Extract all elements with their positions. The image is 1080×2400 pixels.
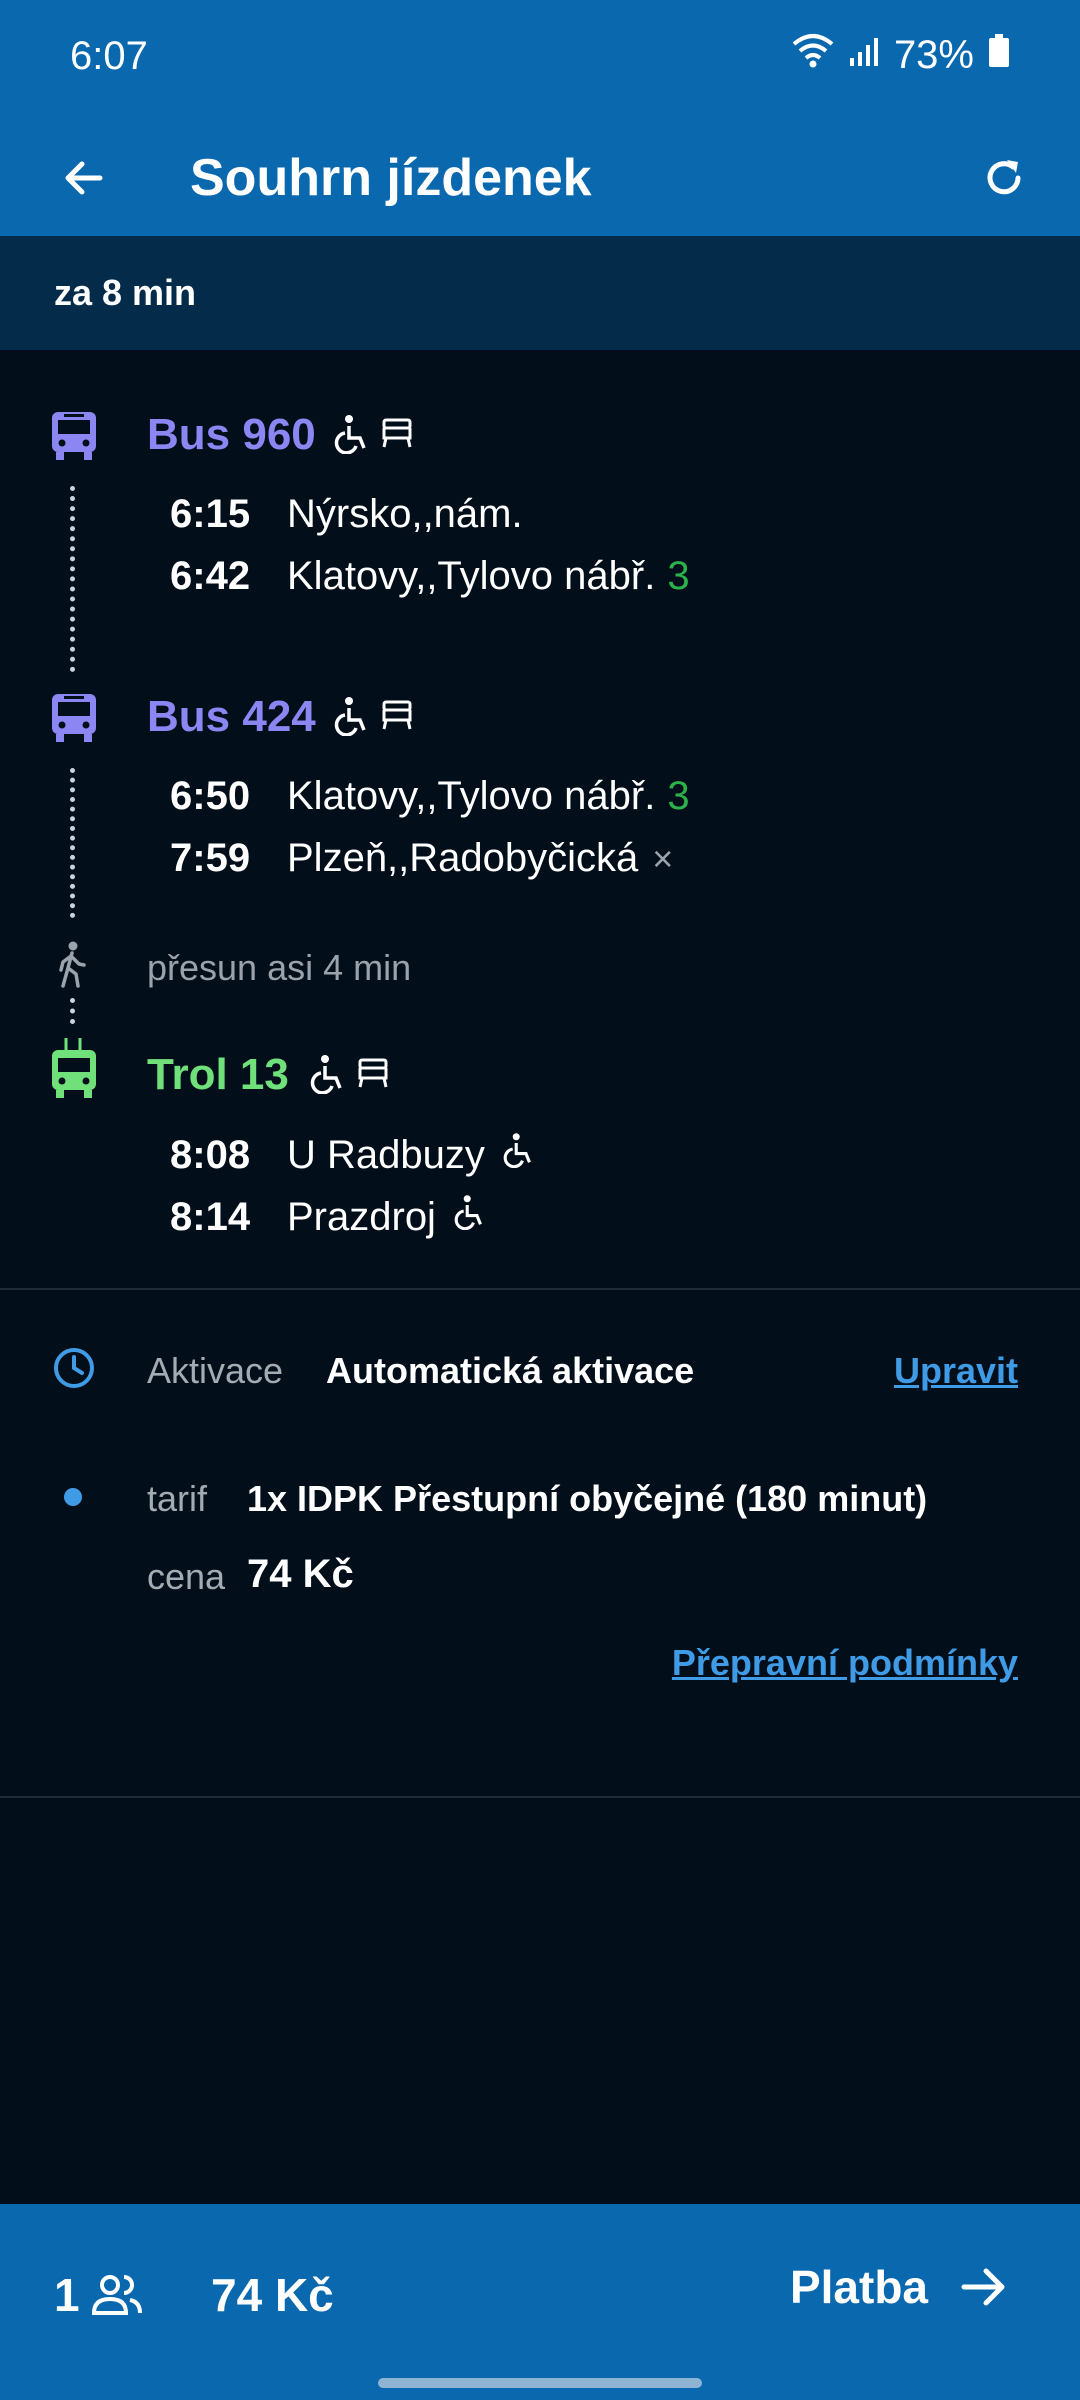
- stroller-icon: [382, 418, 412, 448]
- stop-time: 6:15: [170, 492, 251, 536]
- stroller-icon: [358, 1058, 388, 1088]
- stop-time: 6:42: [170, 554, 251, 598]
- route-connector: [70, 998, 81, 1024]
- signal-icon: [848, 33, 880, 78]
- stop-row: 8:14 Prazdroj: [170, 1194, 484, 1240]
- pay-button[interactable]: Platba: [790, 2260, 1010, 2314]
- wifi-icon: [792, 32, 834, 78]
- back-button[interactable]: [44, 138, 124, 218]
- stop-name: Nýrsko,,nám.: [287, 492, 523, 536]
- app-bar: Souhrn jízdenek: [0, 118, 1080, 236]
- edit-activation-link[interactable]: Upravit: [894, 1350, 1018, 1392]
- arrow-right-icon: [961, 2268, 1005, 2306]
- platform-number: 3: [667, 774, 690, 818]
- pay-label: Platba: [789, 2261, 928, 2313]
- line-features: [334, 414, 414, 454]
- stop-name: Plzeň,,Radobyčická: [287, 836, 639, 880]
- status-bar: 6:07 73%: [0, 0, 1080, 118]
- stop-row: 7:59 Plzeň,,Radobyčická ×: [170, 836, 673, 881]
- price-value: 74 Kč: [247, 1552, 354, 1596]
- stop-name: Klatovy,,Tylovo nábř.: [287, 774, 656, 818]
- stop-time: 8:08: [170, 1133, 251, 1177]
- line-name: Trol 13: [147, 1050, 289, 1099]
- stop-name: U Radbuzy: [287, 1133, 485, 1177]
- trolleybus-icon: [46, 1036, 102, 1102]
- arrow-left-icon: [65, 161, 103, 195]
- stop-time: 7:59: [170, 836, 251, 880]
- activation-label: Aktivace: [147, 1350, 284, 1391]
- status-indicators: 73%: [792, 32, 1010, 78]
- route-connector: [70, 768, 81, 918]
- stop-name: Klatovy,,Tylovo nábř.: [287, 554, 656, 598]
- stop-row: 8:08 U Radbuzy: [170, 1132, 533, 1178]
- platform-number: 3: [667, 554, 690, 598]
- price-label: cena: [147, 1556, 226, 1597]
- people-icon: [91, 2275, 142, 2315]
- stop-row: 6:50 Klatovy,,Tylovo nábř. 3: [170, 774, 690, 819]
- stop-time: 6:50: [170, 774, 251, 818]
- battery-percent: 73%: [893, 32, 974, 77]
- stroller-icon: [382, 700, 412, 730]
- line-features: [310, 1054, 390, 1094]
- status-time: 6:07: [70, 34, 148, 78]
- total-price: 74 Kč: [211, 2269, 334, 2321]
- wheelchair-icon: [454, 1195, 482, 1230]
- departure-countdown-bar: za 8 min: [0, 236, 1080, 350]
- passengers-selector[interactable]: 1: [54, 2268, 144, 2322]
- route-connector: [70, 486, 81, 672]
- bus-icon: [46, 408, 102, 464]
- line-features: [334, 696, 414, 736]
- wheelchair-icon: [334, 697, 366, 736]
- tariff-value: 1x IDPK Přestupní obyčejné (180 minut): [247, 1478, 928, 1519]
- divider: [0, 1796, 1080, 1798]
- tariff-label: tarif: [147, 1478, 208, 1519]
- battery-icon: [988, 33, 1010, 78]
- clock-icon: [52, 1346, 96, 1395]
- checkout-bar: 1 74 Kč Platba: [0, 2204, 1080, 2400]
- bus-icon: [46, 690, 102, 746]
- stop-row: 6:42 Klatovy,,Tylovo nábř. 3: [170, 554, 690, 599]
- transfer-text: přesun asi 4 min: [147, 947, 412, 988]
- page-title: Souhrn jízdenek: [190, 149, 592, 207]
- activation-value: Automatická aktivace: [326, 1350, 695, 1391]
- wheelchair-icon: [310, 1055, 342, 1094]
- line-name: Bus 960: [147, 410, 316, 459]
- refresh-icon: [987, 160, 1021, 195]
- walking-icon: [52, 940, 92, 990]
- stop-row: 6:15 Nýrsko,,nám.: [170, 492, 523, 537]
- line-name: Bus 424: [147, 692, 316, 741]
- refresh-button[interactable]: [964, 138, 1044, 218]
- stop-name: Prazdroj: [287, 1195, 436, 1239]
- bullet-dot: [64, 1488, 82, 1506]
- home-indicator[interactable]: [378, 2378, 702, 2388]
- passenger-count: 1: [54, 2269, 80, 2321]
- divider: [0, 1288, 1080, 1290]
- transport-terms-link[interactable]: Přepravní podmínky: [672, 1642, 1018, 1684]
- wheelchair-icon: [503, 1133, 531, 1168]
- platform-unknown: ×: [652, 838, 674, 879]
- departure-countdown: za 8 min: [54, 272, 197, 313]
- stop-time: 8:14: [170, 1195, 251, 1239]
- wheelchair-icon: [334, 415, 366, 454]
